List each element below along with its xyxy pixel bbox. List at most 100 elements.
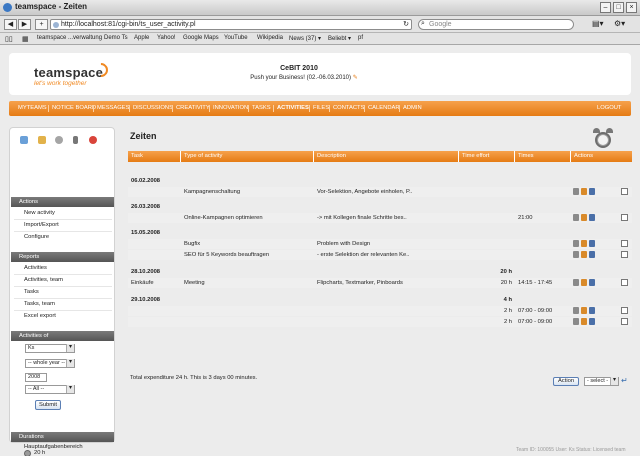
cell-description: - erste Selektion der relevanten Ke..	[317, 252, 410, 258]
year-input[interactable]: 2008	[25, 373, 47, 382]
copy-icon[interactable]	[573, 279, 579, 286]
column-times[interactable]: Times	[518, 153, 534, 159]
menu-notice-board[interactable]: NOTICE BOARD	[52, 105, 96, 111]
forward-button[interactable]: ▶	[18, 19, 31, 30]
submit-button[interactable]: Submit	[35, 400, 61, 410]
copy-icon[interactable]	[573, 240, 579, 247]
row-checkbox[interactable]	[621, 240, 628, 247]
bookmark-item[interactable]: Demo Ts	[104, 35, 128, 41]
delete-icon[interactable]	[589, 251, 595, 258]
page-menu-icon[interactable]: ▤▾	[592, 19, 604, 28]
search-bar[interactable]: ⌕ Google	[418, 19, 574, 30]
url-text[interactable]: http://localhost:81/cgi-bin/ts_user_acti…	[61, 21, 196, 28]
edit-icon[interactable]	[581, 307, 587, 314]
edit-icon[interactable]	[581, 188, 587, 195]
edit-pencil-icon[interactable]: ✎	[353, 75, 358, 81]
add-tab-button[interactable]: +	[35, 19, 48, 30]
reload-icon[interactable]: ↻	[403, 20, 409, 28]
address-bar[interactable]: http://localhost:81/cgi-bin/ts_user_acti…	[50, 19, 412, 30]
copy-icon[interactable]	[573, 188, 579, 195]
bookmark-item[interactable]: Yahoo!	[157, 35, 176, 41]
sidebar-activities[interactable]: Activities	[24, 265, 47, 271]
row-checkbox[interactable]	[621, 279, 628, 286]
bookmark-item[interactable]: pf	[358, 35, 363, 41]
cell-time-effort: 20 h	[500, 269, 512, 275]
filter-select[interactable]: -- All --	[25, 385, 75, 394]
bookmark-item[interactable]: Apple	[134, 35, 149, 41]
menu-innovation[interactable]: INNOVATION	[213, 105, 248, 111]
menu-myteams[interactable]: MYTEAMS	[18, 105, 47, 111]
bookmarks-book-icon[interactable]: ▯▯	[5, 35, 13, 43]
menu-admin[interactable]: ADMIN	[403, 105, 422, 111]
bookmark-item[interactable]: News (37) ▾	[289, 35, 321, 42]
search-icon[interactable]	[55, 136, 63, 144]
menu-activities[interactable]: ACTIVITIES	[277, 105, 309, 111]
delete-icon[interactable]	[589, 240, 595, 247]
browser-icon	[3, 3, 12, 12]
sidebar-excel-export[interactable]: Excel export	[24, 313, 56, 319]
delete-icon[interactable]	[589, 307, 595, 314]
date-row: 26.03.2008	[128, 202, 632, 212]
delete-icon[interactable]	[589, 214, 595, 221]
logout-link[interactable]: LOGOUT	[597, 105, 621, 111]
sidebar-activities-team[interactable]: Activities, team	[24, 277, 63, 283]
menu-messages[interactable]: MESSAGES	[97, 105, 130, 111]
copy-icon[interactable]	[573, 318, 579, 325]
close-icon[interactable]: ×	[626, 2, 637, 13]
bookmarks-grid-icon[interactable]: ▦	[22, 35, 29, 43]
row-checkbox[interactable]	[621, 214, 628, 221]
row-checkbox[interactable]	[621, 188, 628, 195]
action-select[interactable]: - select -	[584, 377, 619, 386]
bookmark-item[interactable]: YouTube	[224, 35, 248, 41]
minimize-icon[interactable]: –	[600, 2, 611, 13]
column-type[interactable]: Type of activity	[184, 153, 222, 159]
edit-icon[interactable]	[581, 279, 587, 286]
sidebar-new-activity[interactable]: New activity	[24, 210, 55, 216]
menu-contacts[interactable]: CONTACTS	[333, 105, 364, 111]
search-input[interactable]: Google	[429, 21, 452, 28]
main-content: Zeiten Task Type of activity Description…	[124, 127, 632, 443]
delete-icon[interactable]	[589, 279, 595, 286]
maximize-icon[interactable]: □	[613, 2, 624, 13]
column-time-effort[interactable]: Time effort	[462, 153, 489, 159]
column-task[interactable]: Task	[131, 153, 143, 159]
logo[interactable]: teamspace	[34, 65, 103, 80]
bookmark-item[interactable]: Beliebt ▾	[328, 35, 351, 42]
row-checkbox[interactable]	[621, 307, 628, 314]
trash-icon[interactable]	[73, 136, 78, 144]
go-arrow-icon[interactable]: ↵	[621, 376, 628, 385]
row-checkbox[interactable]	[621, 251, 628, 258]
period-select[interactable]: -- whole year --	[25, 359, 75, 368]
delete-icon[interactable]	[589, 318, 595, 325]
menu-files[interactable]: FILES	[313, 105, 329, 111]
copy-icon[interactable]	[573, 214, 579, 221]
delete-icon[interactable]	[589, 188, 595, 195]
sidebar-tasks-team[interactable]: Tasks, team	[24, 301, 55, 307]
menu-calendar[interactable]: CALENDAR	[368, 105, 400, 111]
bookmark-item[interactable]: Wikipedia	[257, 35, 283, 41]
bookmark-item[interactable]: teamspace ...verwaltung	[37, 35, 102, 41]
bookmark-item[interactable]: Google Maps	[183, 35, 219, 41]
edit-icon[interactable]	[581, 214, 587, 221]
lock-icon[interactable]	[38, 136, 46, 144]
menu-tasks[interactable]: TASKS	[252, 105, 271, 111]
action-button[interactable]: Action	[553, 377, 579, 386]
copy-icon[interactable]	[573, 251, 579, 258]
back-button[interactable]: ◀	[4, 19, 17, 30]
sidebar-tasks[interactable]: Tasks	[24, 289, 39, 295]
sidebar-configure[interactable]: Configure	[24, 234, 49, 240]
menu-creativity[interactable]: CREATIVITY	[176, 105, 210, 111]
column-description[interactable]: Description	[317, 153, 346, 159]
window-titlebar: teamspace - Zeiten – □ ×	[0, 0, 640, 16]
help-icon[interactable]	[89, 136, 97, 144]
message-icon[interactable]	[20, 136, 28, 144]
edit-icon[interactable]	[581, 318, 587, 325]
user-select[interactable]: Ks	[25, 344, 75, 353]
copy-icon[interactable]	[573, 307, 579, 314]
edit-icon[interactable]	[581, 251, 587, 258]
sidebar-import-export[interactable]: Import/Export	[24, 222, 59, 228]
row-checkbox[interactable]	[621, 318, 628, 325]
edit-icon[interactable]	[581, 240, 587, 247]
settings-icon[interactable]: ⚙▾	[614, 19, 625, 28]
menu-discussions[interactable]: DISCUSSIONS	[133, 105, 173, 111]
